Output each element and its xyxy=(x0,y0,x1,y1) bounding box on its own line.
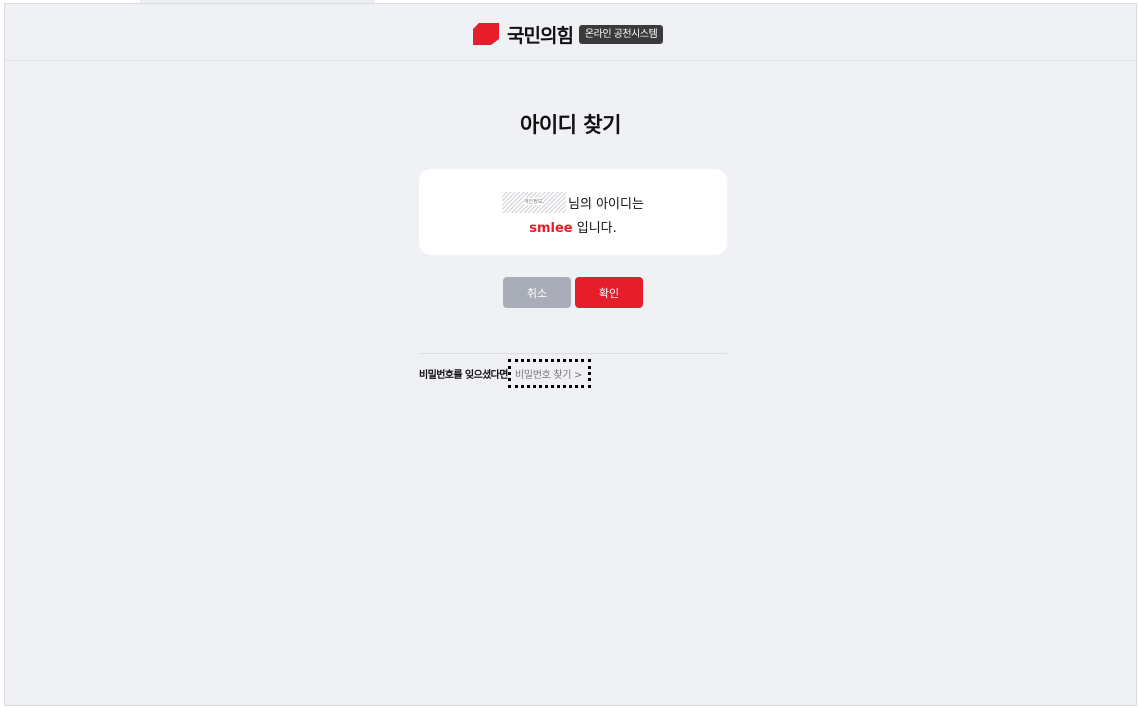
site-logo[interactable]: 국민의힘 온라인 공천시스템 xyxy=(473,22,664,47)
page-frame: 국민의힘 온라인 공천시스템 아이디 찾기 개인정보 님의 아이디는 smlee… xyxy=(4,3,1137,706)
find-password-link[interactable]: 비밀번호 찾기 > xyxy=(507,358,592,388)
password-help-label: 비밀번호를 잊으셨다면 xyxy=(419,369,508,381)
found-user-id: smlee xyxy=(529,221,573,236)
system-badge: 온라인 공천시스템 xyxy=(578,24,664,44)
password-help: 비밀번호를 잊으셨다면 비밀번호 찾기 > xyxy=(419,358,592,388)
divider xyxy=(419,353,727,354)
confirm-button[interactable]: 확인 xyxy=(575,277,643,308)
result-line-name: 개인정보 님의 아이디는 xyxy=(419,190,727,214)
masked-name-label: 개인정보 xyxy=(524,197,543,205)
name-suffix-text: 님의 아이디는 xyxy=(568,196,644,212)
result-card: 개인정보 님의 아이디는 smlee 입니다. xyxy=(419,169,727,255)
site-header: 국민의힘 온라인 공천시스템 xyxy=(5,4,1136,61)
party-logo-icon xyxy=(473,23,499,45)
id-suffix-text: 입니다. xyxy=(572,221,617,236)
masked-name-image: 개인정보 xyxy=(502,191,567,213)
cancel-button[interactable]: 취소 xyxy=(503,277,571,308)
page-title: 아이디 찾기 xyxy=(520,113,621,137)
brand-name: 국민의힘 xyxy=(507,24,574,47)
result-line-id: smlee 입니다. xyxy=(419,217,727,236)
